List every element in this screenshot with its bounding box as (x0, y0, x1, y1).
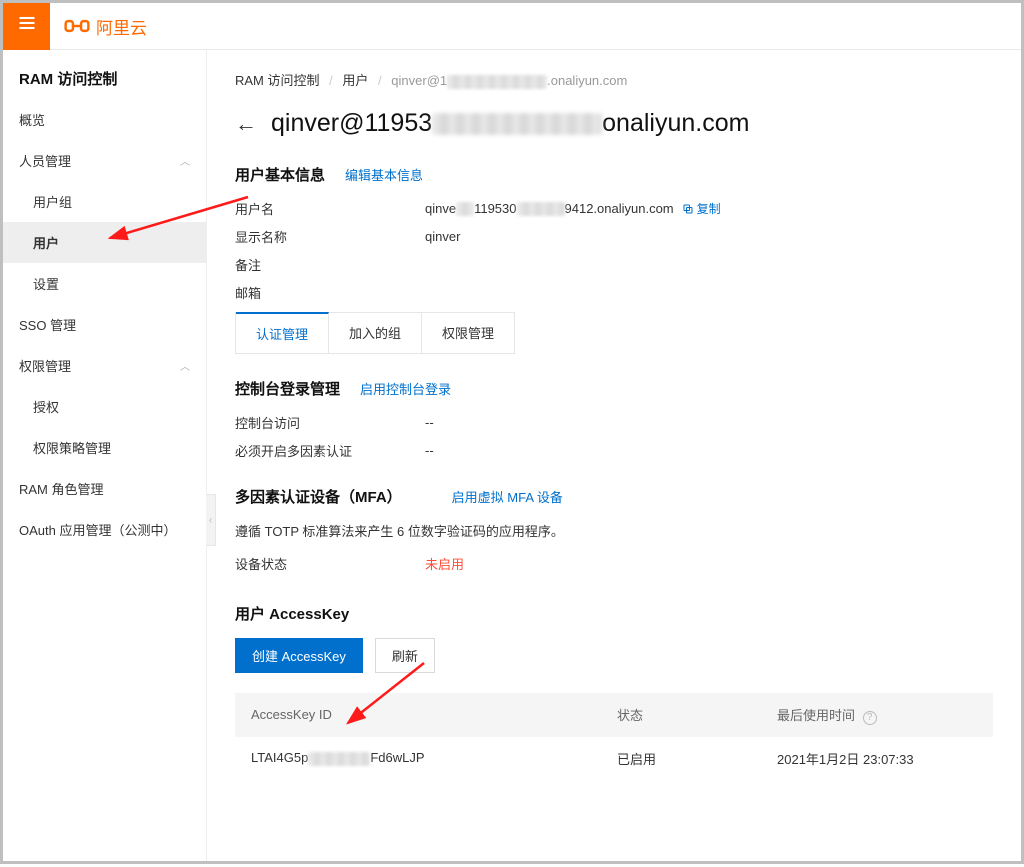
breadcrumb-link-ram[interactable]: RAM 访问控制 (235, 73, 320, 88)
help-icon[interactable]: ? (863, 711, 877, 725)
sidebar-item-overview[interactable]: 概览 (3, 99, 206, 140)
section-heading-basic: 用户基本信息 (235, 164, 325, 185)
display-name-value: qinver (425, 227, 460, 246)
menu-toggle-button[interactable] (3, 3, 50, 50)
brand-text: 阿里云 (96, 14, 147, 39)
ak-table-header: AccessKey ID 状态 最后使用时间 ? (235, 693, 993, 737)
sidebar-item-label: 概览 (19, 110, 45, 129)
tab-groups[interactable]: 加入的组 (329, 313, 422, 353)
sidebar-item-label: 用户组 (33, 192, 72, 211)
sidebar-item-label: SSO 管理 (19, 315, 76, 334)
sidebar-item-label: 权限管理 (19, 356, 71, 375)
section-heading-mfa: 多因素认证设备（MFA） (235, 486, 402, 507)
email-label: 邮箱 (235, 283, 425, 302)
ak-id-cell: LTAI4G5pFd6wLJP (251, 750, 617, 766)
page-title: qinver@11953onaliyun.com (271, 109, 749, 138)
redacted-text (432, 113, 602, 135)
create-accesskey-button[interactable]: 创建 AccessKey (235, 638, 363, 673)
sidebar-item-label: 人员管理 (19, 151, 71, 170)
hamburger-icon (17, 13, 37, 39)
brand-logo[interactable]: 阿里云 (64, 13, 147, 39)
sidebar: RAM 访问控制 概览 人员管理 ︿ 用户组 用户 设置 SSO 管理 权限管理… (3, 50, 207, 861)
redacted-text (517, 202, 565, 216)
mfa-status-value: 未启用 (425, 554, 464, 573)
refresh-button[interactable]: 刷新 (375, 638, 435, 673)
console-access-value: -- (425, 413, 434, 432)
breadcrumb: RAM 访问控制 / 用户 / qinver@1.onaliyun.com (207, 50, 1021, 89)
col-accesskey-id: AccessKey ID (251, 707, 617, 722)
section-heading-accesskey: 用户 AccessKey (235, 603, 349, 624)
sidebar-group-permissions[interactable]: 权限管理 ︿ (3, 345, 206, 386)
sidebar-item-label: 权限策略管理 (33, 438, 111, 457)
note-label: 备注 (235, 255, 425, 274)
copy-icon (682, 203, 694, 215)
tab-permissions[interactable]: 权限管理 (422, 313, 514, 353)
sidebar-title: RAM 访问控制 (3, 50, 206, 99)
sidebar-collapse-handle[interactable]: ‹ (206, 494, 216, 546)
ak-last-cell: 2021年1月2日 23:07:33 (777, 749, 977, 768)
chevron-up-icon: ︿ (180, 358, 190, 373)
tab-auth[interactable]: 认证管理 (236, 312, 329, 353)
aliyun-logo-icon (64, 13, 90, 39)
username-value: qinve1195309412.onaliyun.com 复制 (425, 199, 721, 218)
mfa-description: 遵循 TOTP 标准算法来产生 6 位数字验证码的应用程序。 (235, 521, 993, 540)
redacted-text (447, 75, 547, 89)
sidebar-item-label: 用户 (33, 233, 59, 252)
sidebar-item-usergroups[interactable]: 用户组 (3, 181, 206, 222)
breadcrumb-link-users[interactable]: 用户 (342, 73, 368, 88)
force-mfa-value: -- (425, 441, 434, 460)
sidebar-item-sso[interactable]: SSO 管理 (3, 304, 206, 345)
enable-console-link[interactable]: 启用控制台登录 (360, 379, 451, 398)
sidebar-item-grant[interactable]: 授权 (3, 386, 206, 427)
console-access-label: 控制台访问 (235, 413, 425, 432)
tab-bar: 认证管理 加入的组 权限管理 (235, 312, 515, 354)
mfa-status-label: 设备状态 (235, 554, 425, 573)
redacted-text (456, 202, 474, 216)
ak-status-cell: 已启用 (617, 749, 777, 768)
enable-mfa-link[interactable]: 启用虚拟 MFA 设备 (452, 487, 563, 506)
col-last-used: 最后使用时间 ? (777, 705, 977, 725)
sidebar-item-label: RAM 角色管理 (19, 479, 104, 498)
content-area: RAM 访问控制 / 用户 / qinver@1.onaliyun.com ← … (207, 50, 1021, 861)
force-mfa-label: 必须开启多因素认证 (235, 441, 425, 460)
back-button[interactable]: ← (235, 111, 257, 137)
section-heading-console: 控制台登录管理 (235, 378, 340, 399)
edit-basic-link[interactable]: 编辑基本信息 (345, 165, 423, 184)
sidebar-item-policy[interactable]: 权限策略管理 (3, 427, 206, 468)
breadcrumb-separator: / (378, 73, 382, 88)
breadcrumb-current: qinver@1.onaliyun.com (391, 73, 627, 88)
username-label: 用户名 (235, 199, 425, 218)
sidebar-item-settings[interactable]: 设置 (3, 263, 206, 304)
sidebar-item-roles[interactable]: RAM 角色管理 (3, 468, 206, 509)
ak-table-row[interactable]: LTAI4G5pFd6wLJP 已启用 2021年1月2日 23:07:33 (235, 737, 993, 780)
sidebar-group-people[interactable]: 人员管理 ︿ (3, 140, 206, 181)
breadcrumb-separator: / (329, 73, 333, 88)
sidebar-item-users[interactable]: 用户 (3, 222, 206, 263)
display-name-label: 显示名称 (235, 227, 425, 246)
sidebar-item-label: 授权 (33, 397, 59, 416)
redacted-text (308, 752, 370, 766)
sidebar-item-label: 设置 (33, 274, 59, 293)
chevron-up-icon: ︿ (180, 153, 190, 168)
sidebar-item-label: OAuth 应用管理（公测中） (19, 520, 176, 539)
copy-button[interactable]: 复制 (682, 200, 721, 217)
chevron-left-icon: ‹ (209, 515, 212, 526)
sidebar-item-oauth[interactable]: OAuth 应用管理（公测中） (3, 509, 206, 550)
col-status: 状态 (617, 705, 777, 724)
